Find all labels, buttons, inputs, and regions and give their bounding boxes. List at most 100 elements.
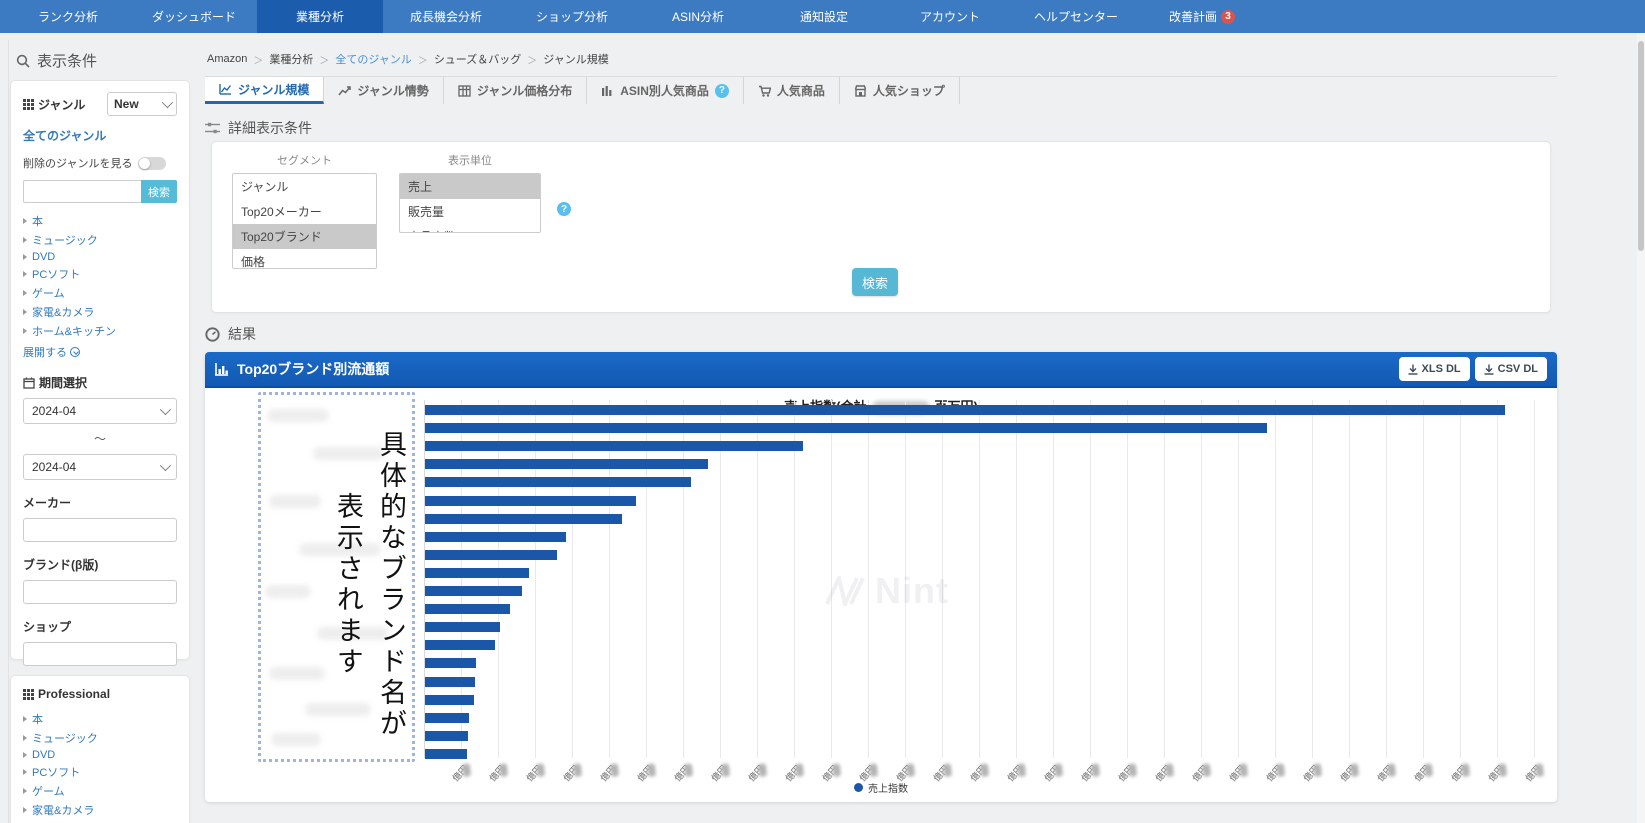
sales-index-bar	[425, 568, 529, 578]
genre-search-button[interactable]: 検索	[141, 180, 177, 203]
help-icon[interactable]: ?	[715, 84, 729, 98]
sidebar-divider	[8, 40, 9, 823]
tab-ジャンル情勢[interactable]: ジャンル情勢	[324, 77, 443, 104]
tree-item-本[interactable]: 本	[23, 709, 177, 728]
gridline	[1423, 400, 1424, 758]
breadcrumb-item[interactable]: 全てのジャンル	[335, 51, 411, 67]
xls-download-button[interactable]: XLS DL	[1399, 357, 1470, 381]
nav-item-ヘルプセンター[interactable]: ヘルプセンター	[1013, 0, 1139, 33]
professional-card: Professional 本ミュージックDVDPCソフトゲーム家電&カメラホーム…	[10, 675, 190, 823]
tab-ASIN別人気商品[interactable]: ASIN別人気商品?	[587, 77, 744, 104]
redacted-tick-value	[1128, 763, 1137, 777]
option-Top20ブランド[interactable]: Top20ブランド	[233, 224, 376, 249]
nav-item-label: アカウント	[920, 8, 980, 25]
gridline	[572, 400, 573, 758]
shop-label: ショップ	[23, 618, 177, 635]
expand-link[interactable]: 展開する	[23, 344, 177, 360]
tree-item-label: 家電&カメラ	[32, 802, 94, 818]
nav-item-ランク分析[interactable]: ランク分析	[5, 0, 131, 33]
nav-item-ダッシュボード[interactable]: ダッシュボード	[131, 0, 257, 33]
bar-chart-plot: 億円億円億円億円億円億円億円億円億円億円億円億円億円億円億円億円億円億円億円億円…	[424, 400, 1546, 760]
tree-item-ホーム&キッチン[interactable]: ホーム&キッチン	[23, 321, 177, 340]
gridline	[757, 400, 758, 758]
all-genres-link[interactable]: 全てのジャンル	[23, 127, 106, 144]
nav-item-改善計画[interactable]: 改善計画3	[1139, 0, 1265, 33]
main-search-button[interactable]: 検索	[852, 268, 898, 296]
page-scrollbar-thumb[interactable]	[1638, 41, 1644, 251]
tree-item-本[interactable]: 本	[23, 211, 177, 230]
deleted-genres-label: 削除のジャンルを見る	[23, 155, 132, 171]
tab-ジャンル規模[interactable]: ジャンル規模	[205, 77, 324, 104]
redacted-tick-value	[573, 763, 582, 777]
line-chart-icon	[219, 83, 232, 95]
chevron-down-icon	[160, 460, 171, 471]
redacted-tick-value	[721, 763, 730, 777]
option-ジャンル[interactable]: ジャンル	[233, 174, 376, 199]
gridline	[1238, 400, 1239, 758]
tree-item-DVD[interactable]: DVD	[23, 249, 177, 264]
option-価格[interactable]: 価格	[233, 249, 376, 269]
nav-item-アカウント[interactable]: アカウント	[887, 0, 1013, 33]
breadcrumb-separator: ＞	[418, 52, 428, 67]
grid-icon	[23, 689, 34, 700]
nav-item-業種分析[interactable]: 業種分析	[257, 0, 383, 33]
brand-input[interactable]	[23, 580, 177, 604]
deleted-genres-toggle[interactable]	[138, 157, 166, 170]
tree-item-ミュージック[interactable]: ミュージック	[23, 230, 177, 249]
brand-label: ブランド(β版)	[23, 556, 177, 573]
tree-item-ミュージック[interactable]: ミュージック	[23, 728, 177, 747]
period-from-select[interactable]: 2024-04	[23, 398, 177, 424]
gridline	[646, 400, 647, 758]
nav-item-通知設定[interactable]: 通知設定	[761, 0, 887, 33]
gridline	[1497, 400, 1498, 758]
nav-item-label: ヘルプセンター	[1034, 8, 1118, 25]
period-to-select[interactable]: 2024-04	[23, 454, 177, 480]
gridline	[1090, 400, 1091, 758]
redacted-tick-value	[1091, 763, 1100, 777]
filters-heading: 詳細表示条件	[205, 118, 312, 138]
triangle-right-icon	[23, 769, 27, 775]
gridline	[683, 400, 684, 758]
page-scrollbar[interactable]	[1637, 33, 1645, 823]
genre-version-select[interactable]: New	[107, 92, 177, 116]
option-売上[interactable]: 売上	[400, 174, 540, 199]
tree-item-ゲーム[interactable]: ゲーム	[23, 781, 177, 800]
bar-columns-icon	[601, 85, 614, 97]
tab-ジャンル価格分布[interactable]: ジャンル価格分布	[444, 77, 587, 104]
tree-item-PCソフト[interactable]: PCソフト	[23, 264, 177, 283]
breadcrumb-separator: ＞	[253, 52, 263, 67]
maker-input[interactable]	[23, 518, 177, 542]
tree-item-家電&カメラ[interactable]: 家電&カメラ	[23, 302, 177, 321]
tree-item-label: ミュージック	[32, 730, 98, 746]
help-icon[interactable]: ?	[557, 202, 571, 216]
redacted-tick-value	[1461, 763, 1470, 777]
tree-item-家電&カメラ[interactable]: 家電&カメラ	[23, 800, 177, 819]
genre-search-input[interactable]	[23, 180, 141, 203]
sales-index-bar	[425, 550, 557, 560]
shop-input[interactable]	[23, 642, 177, 666]
tree-item-label: PCソフト	[32, 266, 80, 282]
nav-item-ショップ分析[interactable]: ショップ分析	[509, 0, 635, 33]
tree-item-ゲーム[interactable]: ゲーム	[23, 283, 177, 302]
results-heading: 結果	[205, 324, 256, 344]
tree-item-PCソフト[interactable]: PCソフト	[23, 762, 177, 781]
tree-item-ホーム&キッチン[interactable]: ホーム&キッチン	[23, 819, 177, 823]
filter-card: セグメント ジャンルTop20メーカーTop20ブランド価格 表示単位 売上販売…	[211, 141, 1551, 313]
tab-人気商品[interactable]: 人気商品	[744, 77, 840, 104]
csv-download-button[interactable]: CSV DL	[1475, 357, 1547, 381]
option-Top20メーカー[interactable]: Top20メーカー	[233, 199, 376, 224]
nav-item-成長機会分析[interactable]: 成長機会分析	[383, 0, 509, 33]
sales-index-bar	[425, 532, 566, 542]
breadcrumb-item: 業種分析	[269, 51, 313, 67]
tab-人気ショップ[interactable]: 人気ショップ	[840, 77, 960, 104]
redacted-tick-value	[536, 763, 545, 777]
nav-item-ASIN分析[interactable]: ASIN分析	[635, 0, 761, 33]
redacted-tick-value	[758, 763, 767, 777]
tree-item-DVD[interactable]: DVD	[23, 747, 177, 762]
option-商品点数[interactable]: 商品点数	[400, 224, 540, 233]
sales-index-bar	[425, 441, 803, 451]
brand-names-hidden-overlay: 具体的なブランド名が表示されます	[258, 392, 415, 762]
option-販売量[interactable]: 販売量	[400, 199, 540, 224]
gridline	[1386, 400, 1387, 758]
sales-index-bar	[425, 622, 500, 632]
